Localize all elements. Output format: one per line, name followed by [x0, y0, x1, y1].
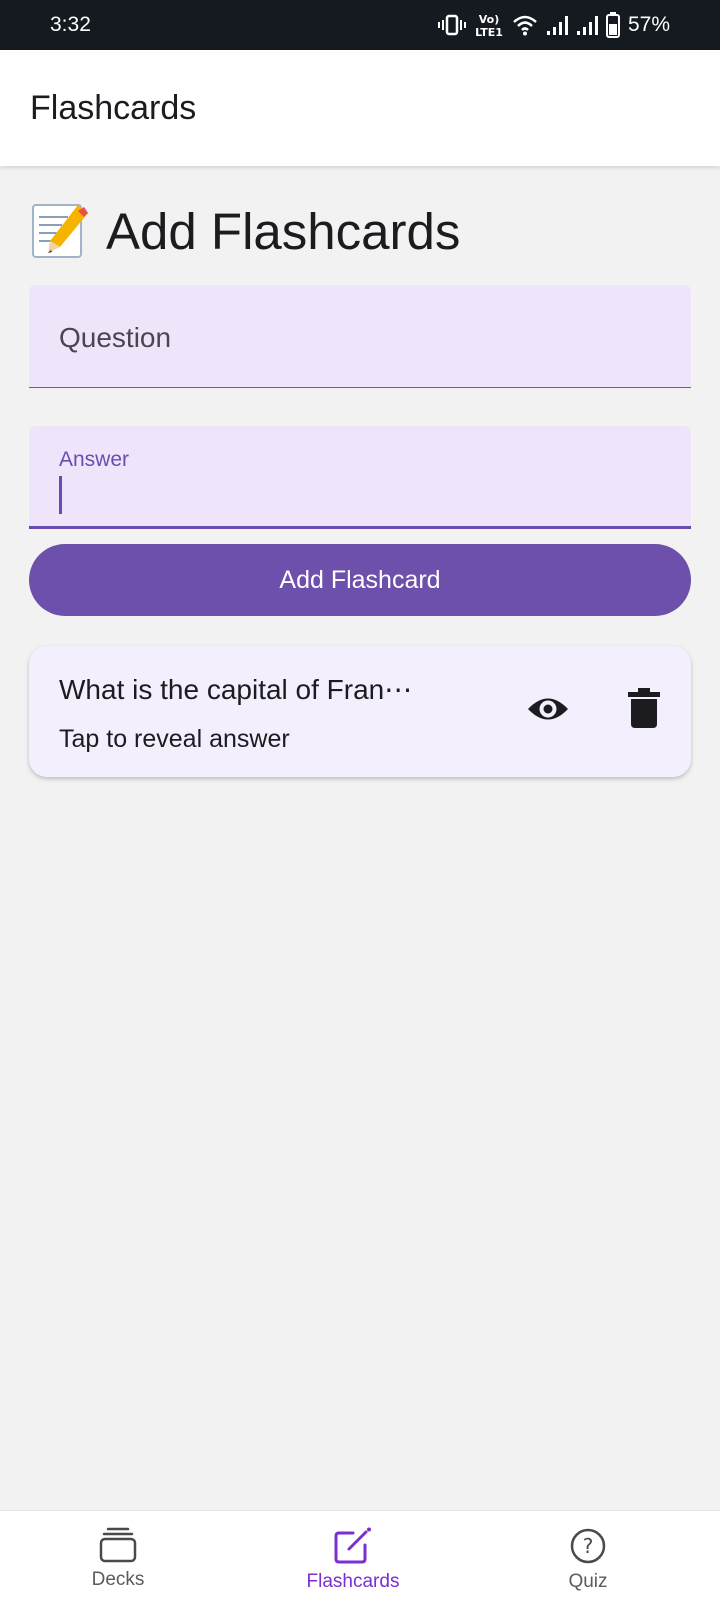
- nav-item-decks[interactable]: Decks: [18, 1511, 218, 1600]
- battery-icon: [605, 12, 620, 38]
- decks-icon: [99, 1527, 137, 1563]
- nav-label-quiz: Quiz: [568, 1571, 608, 1592]
- add-flashcard-label: Add Flashcard: [279, 565, 441, 594]
- wifi-icon: [513, 15, 537, 36]
- trash-icon[interactable]: [628, 688, 660, 728]
- eye-icon[interactable]: [526, 694, 570, 724]
- svg-text:LTE1: LTE1: [475, 26, 503, 38]
- app-bar: Flashcards: [0, 50, 720, 166]
- answer-label: Answer: [59, 448, 130, 471]
- add-flashcard-button[interactable]: Add Flashcard: [29, 544, 691, 616]
- app-title: Flashcards: [30, 88, 197, 127]
- memo-icon: [32, 204, 88, 258]
- svg-text:?: ?: [583, 1534, 594, 1558]
- flashcard-hint: Tap to reveal answer: [59, 725, 290, 753]
- svg-text:Vo): Vo): [479, 13, 500, 26]
- flashcard-question: What is the capital of Fran⋯: [59, 674, 413, 705]
- signal-icon: [546, 16, 568, 35]
- status-icons: Vo) LTE1 57%: [437, 12, 670, 38]
- status-bar: 3:32 Vo) LTE1 57%: [0, 0, 720, 50]
- battery-percent: 57%: [627, 13, 670, 36]
- nav-item-quiz[interactable]: ? Quiz: [488, 1511, 688, 1600]
- signal-icon: [576, 16, 598, 35]
- question-placeholder: Question: [59, 322, 172, 353]
- nav-label-flashcards: Flashcards: [306, 1571, 400, 1592]
- edit-icon: [334, 1527, 371, 1564]
- bottom-navigation: Decks Flashcards ? Quiz: [0, 1510, 720, 1600]
- help-circle-icon: ?: [570, 1528, 606, 1564]
- status-time: 3:32: [50, 13, 91, 36]
- section-title: Add Flashcards: [106, 202, 461, 260]
- section-heading: Add Flashcards: [30, 196, 460, 266]
- flashcard-item[interactable]: What is the capital of Fran⋯ Tap to reve…: [29, 646, 691, 777]
- text-cursor: [59, 476, 62, 514]
- answer-input[interactable]: Answer: [29, 426, 691, 529]
- vibrate-icon: [437, 14, 466, 36]
- volte-icon: Vo) LTE1: [475, 13, 503, 38]
- nav-item-flashcards[interactable]: Flashcards: [253, 1511, 453, 1600]
- question-input[interactable]: Question: [29, 285, 691, 388]
- nav-label-decks: Decks: [91, 1569, 145, 1590]
